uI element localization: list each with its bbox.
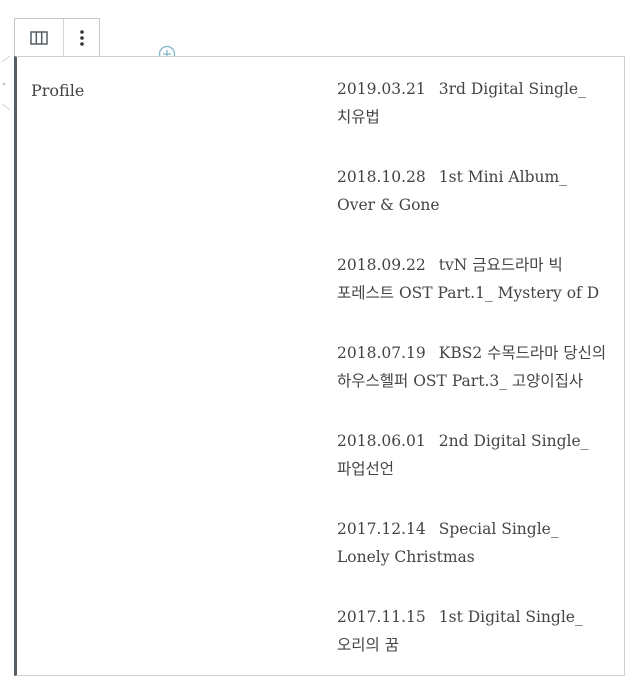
more-vertical-icon (79, 29, 84, 46)
discography-entry[interactable]: 2017.11.15 1st Digital Single_ 오리의 꿈 (337, 603, 609, 659)
discography-entry[interactable]: 2017.12.14 Special Single_ Lonely Christm… (337, 515, 609, 571)
release-date: 2017.11.15 (337, 608, 426, 626)
profile-label: Profile (31, 81, 85, 100)
discography-entry[interactable]: 2018.10.28 1st Mini Album_ Over & Gone (337, 163, 609, 219)
discography-entry[interactable]: 2019.03.21 3rd Digital Single_ 치유법 (337, 75, 609, 131)
release-date: 2019.03.21 (337, 80, 426, 98)
discography-entry[interactable]: 2018.07.19 KBS2 수목드라마 당신의 하우스헬퍼 OST Part.… (337, 339, 609, 395)
release-date: 2017.12.14 (337, 520, 426, 538)
columns-block[interactable]: Profile 2019.03.21 3rd Digital Single_ 치유… (14, 56, 625, 676)
profile-column[interactable]: Profile (31, 77, 84, 105)
release-date: 2018.10.28 (337, 168, 426, 186)
release-date: 2018.09.22 (337, 256, 426, 274)
release-date: 2018.06.01 (337, 432, 426, 450)
block-edge-marks (0, 55, 12, 116)
discography-entry[interactable]: 2018.09.22 tvN 금요드라마 빅 포레스트 OST Part.1_ M… (337, 251, 609, 307)
block-toolbar (14, 18, 100, 56)
change-columns-button[interactable] (15, 19, 63, 56)
more-options-button[interactable] (63, 19, 99, 56)
release-date: 2018.07.19 (337, 344, 426, 362)
discography-entry[interactable]: 2018.06.01 2nd Digital Single_ 파업선언 (337, 427, 609, 483)
discography-list[interactable]: 2019.03.21 3rd Digital Single_ 치유법 2018.10… (337, 75, 609, 691)
columns-icon (30, 30, 48, 45)
